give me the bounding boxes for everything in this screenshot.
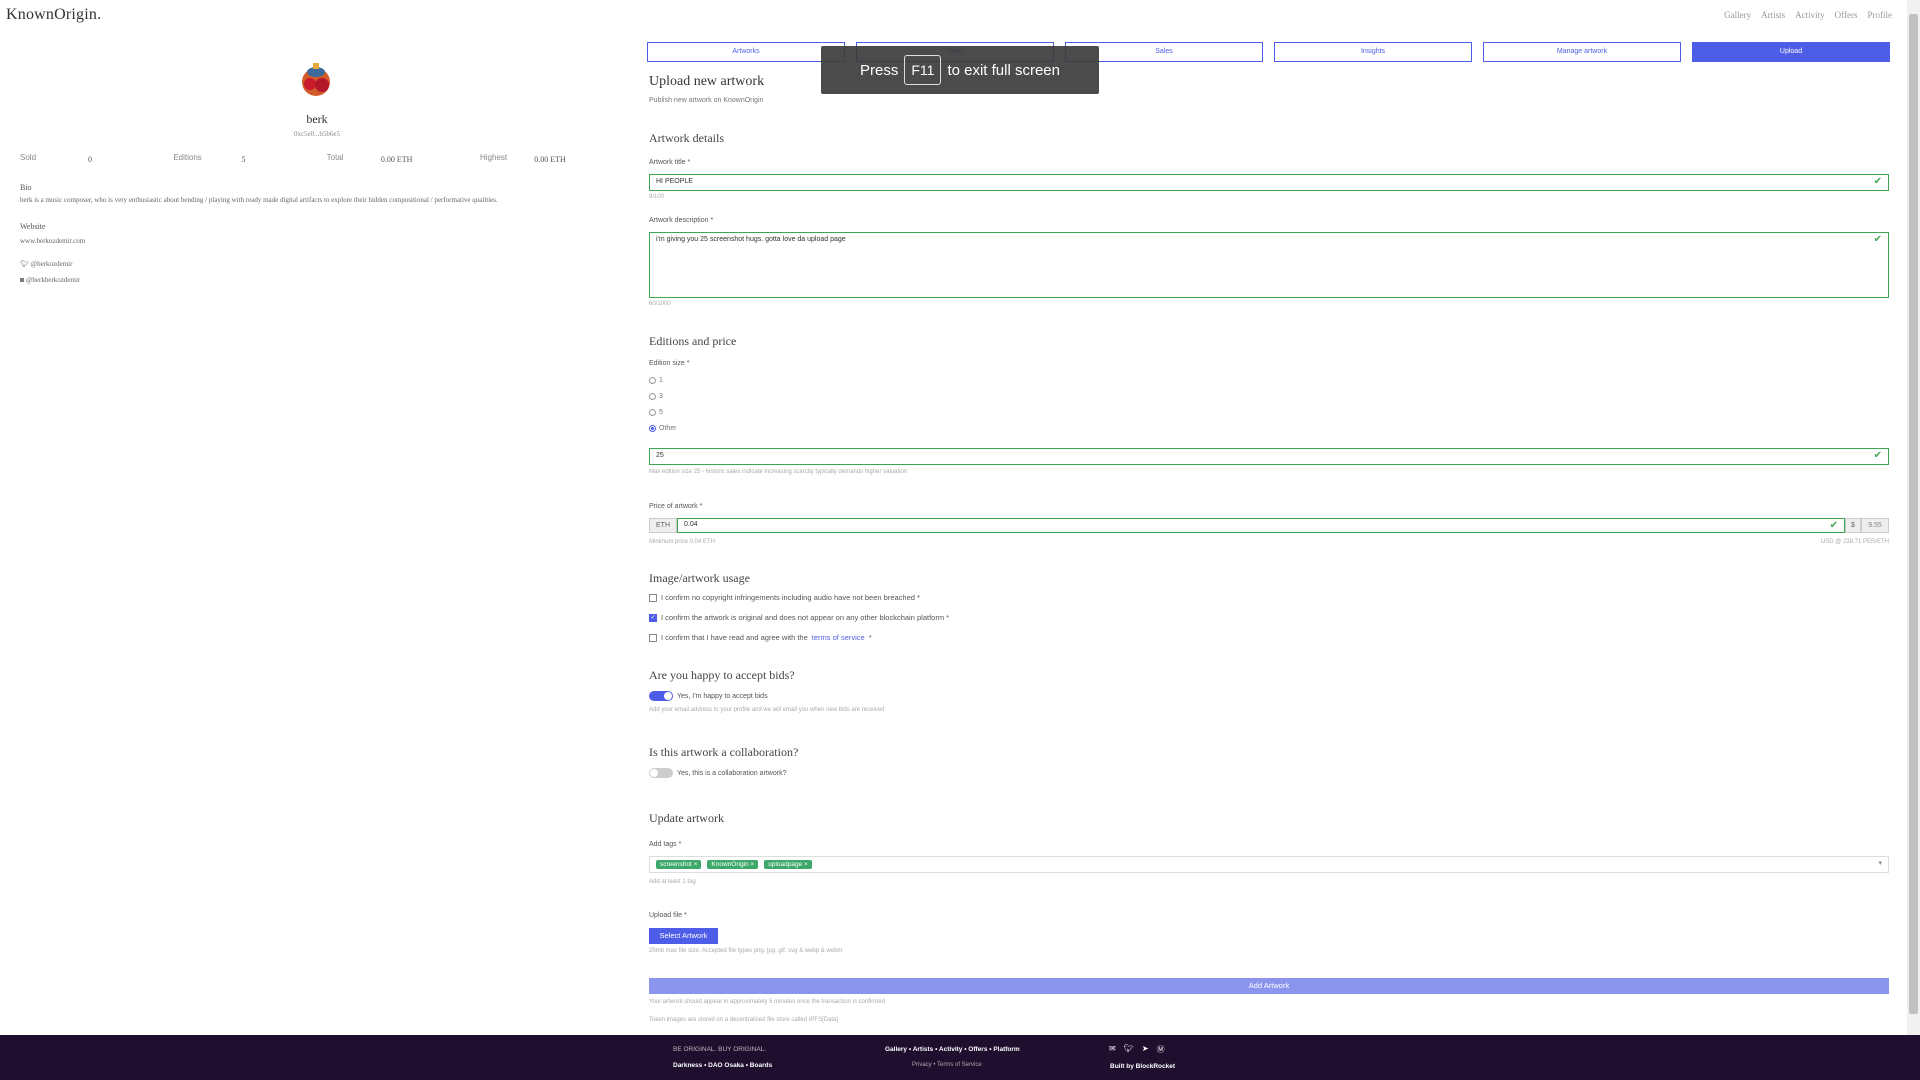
scrollbar-thumb[interactable] xyxy=(1909,14,1918,1014)
chevron-down-icon[interactable]: ▾ xyxy=(1878,859,1882,867)
stat-total: Total 0.00 ETH xyxy=(326,153,413,164)
bio-text: berk is a music composer, who is very en… xyxy=(20,196,498,204)
top-nav: Gallery Artists Activity Offers Profile xyxy=(1724,10,1892,20)
edition-radio-1[interactable]: 1 xyxy=(649,377,663,384)
tab-manage-artwork[interactable]: Manage artwork xyxy=(1483,42,1681,62)
nav-activity[interactable]: Activity xyxy=(1795,10,1825,20)
title-input[interactable]: HI PEOPLE ✔ xyxy=(649,174,1889,191)
tags-label: Add tags * xyxy=(649,841,682,848)
edition-size-label: Edition size * xyxy=(649,360,690,367)
valid-check-icon: ✔ xyxy=(1873,234,1882,245)
nav-profile[interactable]: Profile xyxy=(1868,10,1893,20)
fullscreen-notice: Press F11 to exit full screen xyxy=(821,46,1099,94)
collaboration-toggle[interactable]: Yes, this is a collaboration artwork? xyxy=(649,768,786,778)
description-count: 60/1000 xyxy=(649,301,671,307)
tag-chip[interactable]: uploadpage × xyxy=(764,860,812,869)
footer-links[interactable]: Darkness • DAO Osaka • Boards xyxy=(673,1062,772,1069)
collab-heading: Is this artwork a collaboration? xyxy=(649,745,799,759)
bids-heading: Are you happy to accept bids? xyxy=(649,668,795,682)
price-usd: 9.55 xyxy=(1861,518,1889,533)
tags-input[interactable]: screenshot × KnownOrigin × uploadpage × … xyxy=(649,856,1889,873)
stat-sold: Sold 0 xyxy=(20,153,92,164)
accept-bids-toggle[interactable]: Yes, I'm happy to accept bids xyxy=(649,691,768,701)
price-hint: Minimum price 0.04 ETH xyxy=(649,539,716,545)
tab-upload[interactable]: Upload xyxy=(1692,42,1890,62)
usage-heading: Image/artwork usage xyxy=(649,571,750,585)
page-scrollbar[interactable] xyxy=(1907,0,1920,1035)
twitter-link[interactable]: 🐦︎ @berkozdemir xyxy=(20,260,72,268)
avatar xyxy=(302,63,330,96)
upload-hint: 25mb max file size. Accepted file types … xyxy=(649,948,843,954)
profile-stats: Sold 0 Editions 5 Total 0.00 ETH Highest 0.0… xyxy=(20,153,620,164)
valid-check-icon: ✔ xyxy=(1873,450,1882,461)
editions-heading: Editions and price xyxy=(649,334,737,348)
upload-label: Upload file * xyxy=(649,912,687,919)
footer-social: ✉ 🐦︎ ➤ Ⓜ xyxy=(1109,1044,1165,1055)
tab-artworks[interactable]: Artworks xyxy=(647,42,845,62)
footer-tagline: BE ORIGINAL. BUY ORIGINAL. xyxy=(673,1046,767,1053)
price-input[interactable]: 0.04 ✔ xyxy=(677,518,1845,533)
footnote-confirm: Your artwork should appear in approximat… xyxy=(649,999,885,1005)
footer: BE ORIGINAL. BUY ORIGINAL. Darkness • DA… xyxy=(0,1035,1920,1080)
footer-built-by[interactable]: Built by BlockRocket xyxy=(1110,1063,1175,1070)
twitter-icon[interactable]: 🐦︎ xyxy=(1124,1044,1134,1055)
bio-heading: Bio xyxy=(20,183,32,192)
page-title: Upload new artwork xyxy=(649,74,765,89)
footer-nav[interactable]: Gallery • Artists • Activity • Offers • … xyxy=(885,1046,1020,1053)
bids-hint: Add your email address to your profile a… xyxy=(649,707,885,713)
footer-legal[interactable]: Privacy • Terms of Service xyxy=(912,1062,982,1068)
price-input-group: ETH 0.04 ✔ $ 9.55 xyxy=(649,518,1889,533)
add-artwork-button[interactable]: Add Artwork xyxy=(649,978,1889,994)
nav-offers[interactable]: Offers xyxy=(1835,10,1858,20)
edition-size-input[interactable]: 25 ✔ xyxy=(649,448,1889,465)
edition-hint: Max edition size 25 - historic sales ind… xyxy=(649,469,908,475)
tab-insights[interactable]: Insights xyxy=(1274,42,1472,62)
footnote-ipfs: Token images are stored on a decentralis… xyxy=(649,1017,839,1023)
profile-name: berk xyxy=(306,112,328,126)
profile-address: 0xc5e0...b5b6e5 xyxy=(293,130,341,138)
twitter-icon: 🐦︎ xyxy=(20,260,29,268)
update-heading: Update artwork xyxy=(649,811,724,825)
terms-link[interactable]: terms of service xyxy=(812,633,865,642)
confirm-copyright-checkbox[interactable]: I confirm no copyright infringements inc… xyxy=(649,593,920,602)
stat-editions: Editions 5 xyxy=(173,153,246,164)
valid-check-icon: ✔ xyxy=(1873,176,1882,187)
tag-chip[interactable]: screenshot × xyxy=(656,860,702,869)
tags-hint: Add at least 1 tag xyxy=(649,879,696,885)
confirm-original-checkbox[interactable]: ✓ I confirm the artwork is original and d… xyxy=(649,613,949,622)
confirm-terms-checkbox[interactable]: I confirm that I have read and agree wit… xyxy=(649,633,872,642)
details-heading: Artwork details xyxy=(649,131,724,145)
brand-logo[interactable]: KnownOrigin. xyxy=(6,6,101,24)
title-label: Artwork title * xyxy=(649,159,691,166)
edition-radio-3[interactable]: 3 xyxy=(649,393,663,400)
website-link[interactable]: www.berkozdemir.com xyxy=(20,237,85,245)
description-label: Artwork description * xyxy=(649,217,714,224)
usd-symbol: $ xyxy=(1845,518,1861,533)
page-subtitle: Publish new artwork on KnownOrigin xyxy=(649,97,764,104)
edition-radio-5[interactable]: 5 xyxy=(649,409,663,416)
edition-radio-other[interactable]: Other xyxy=(649,425,677,432)
nav-artists[interactable]: Artists xyxy=(1761,10,1785,20)
price-rate: USD @ 238.71 PER/ETH xyxy=(1820,539,1889,545)
telegram-icon[interactable]: ➤ xyxy=(1142,1044,1149,1055)
website-heading: Website xyxy=(20,222,46,231)
description-textarea[interactable]: i'm giving you 25 screenshot hugs. gotta… xyxy=(649,232,1889,298)
title-count: 9/100 xyxy=(649,194,665,200)
instagram-icon: ◙ xyxy=(20,276,25,284)
price-currency: ETH xyxy=(649,518,677,533)
price-label: Price of artwork * xyxy=(649,503,703,510)
medium-icon[interactable]: Ⓜ xyxy=(1157,1044,1165,1055)
stat-highest: Highest 0.00 ETH xyxy=(479,153,566,164)
select-artwork-button[interactable]: Select Artwork xyxy=(649,928,718,944)
nav-gallery[interactable]: Gallery xyxy=(1724,10,1751,20)
instagram-link[interactable]: ◙ @berkberkozdemir xyxy=(20,276,80,284)
f11-key: F11 xyxy=(904,55,942,85)
valid-check-icon: ✔ xyxy=(1829,520,1838,531)
email-icon[interactable]: ✉ xyxy=(1109,1044,1116,1055)
tag-chip[interactable]: KnownOrigin × xyxy=(707,860,759,869)
